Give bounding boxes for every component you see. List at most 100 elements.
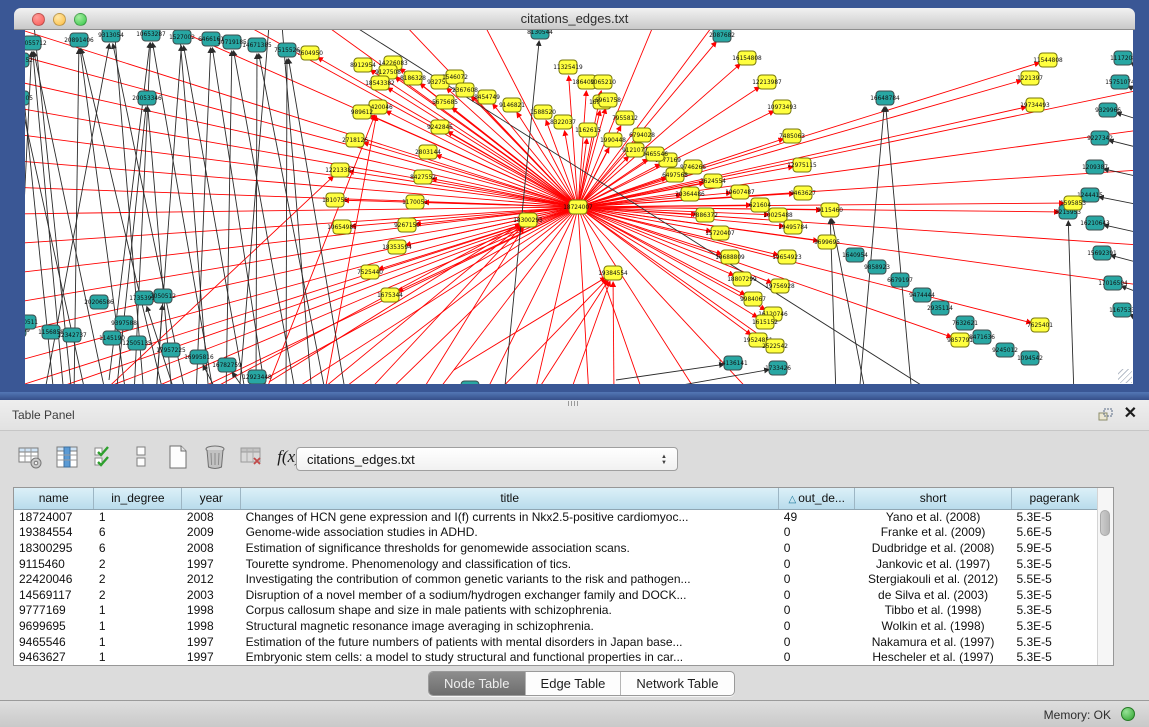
table-cell[interactable]: 1998 bbox=[182, 618, 241, 634]
graph-node[interactable]: 12505135 bbox=[122, 336, 152, 350]
graph-node[interactable]: 8130544 bbox=[527, 30, 553, 39]
table-cell[interactable]: 9465546 bbox=[14, 634, 94, 650]
graph-node[interactable]: 1675344 bbox=[377, 288, 403, 302]
network-canvas[interactable]: 1405571220891406931305410653287152700264… bbox=[25, 30, 1133, 384]
graph-node[interactable]: 9115460 bbox=[817, 203, 843, 217]
table-cell[interactable]: 5.6E-5 bbox=[1011, 525, 1097, 541]
table-cell[interactable]: 9699695 bbox=[14, 618, 94, 634]
graph-node[interactable]: 1162615 bbox=[575, 123, 601, 137]
graph-node[interactable]: 7632621 bbox=[952, 316, 978, 330]
graph-node[interactable]: 8912954 bbox=[350, 58, 376, 72]
graph-node[interactable]: 12923448 bbox=[242, 370, 272, 384]
graph-node[interactable]: 9329966 bbox=[1095, 103, 1121, 117]
graph-node[interactable]: 7485063 bbox=[779, 129, 805, 143]
graph-node[interactable]: 1094542 bbox=[1017, 351, 1043, 365]
table-cell[interactable]: 0 bbox=[779, 649, 855, 665]
graph-node[interactable]: 7955812 bbox=[612, 111, 638, 125]
graph-node[interactable]: 16995816 bbox=[184, 350, 214, 364]
table-row[interactable]: 1456911722003Disruption of a novel membe… bbox=[14, 587, 1098, 603]
table-cell[interactable]: 2003 bbox=[182, 587, 241, 603]
table-row[interactable]: 1830029562008Estimation of significance … bbox=[14, 540, 1098, 556]
graph-node[interactable]: 1167533 bbox=[1109, 303, 1133, 317]
table-header-row[interactable]: namein_degreeyeartitle△out_de...shortpag… bbox=[14, 488, 1098, 509]
graph-node[interactable]: 1588520 bbox=[530, 105, 556, 119]
graph-node[interactable]: 6794028 bbox=[629, 128, 655, 142]
graph-node[interactable]: 14055712 bbox=[25, 36, 47, 50]
graph-node[interactable]: 1615152 bbox=[752, 315, 778, 329]
table-cell[interactable]: Structural magnetic resonance image aver… bbox=[241, 618, 779, 634]
table-cell[interactable]: 5.3E-5 bbox=[1011, 587, 1097, 603]
graph-node[interactable]: 1527002 bbox=[169, 30, 195, 44]
graph-node[interactable]: 1117208 bbox=[1110, 51, 1133, 65]
graph-node[interactable]: 9121077 bbox=[622, 143, 648, 157]
table-cell[interactable]: 2008 bbox=[182, 540, 241, 556]
graph-node[interactable]: 16210643 bbox=[1080, 216, 1110, 230]
table-cell[interactable]: 0 bbox=[779, 634, 855, 650]
table-cell[interactable]: 1997 bbox=[182, 556, 241, 572]
graph-node[interactable]: 2803144 bbox=[415, 145, 441, 159]
graph-node[interactable]: 12975115 bbox=[787, 158, 817, 172]
table-cell[interactable]: Yano et al. (2008) bbox=[855, 509, 1012, 525]
tab-edge-table[interactable]: Edge Table bbox=[525, 672, 621, 695]
column-header-name[interactable]: name bbox=[14, 488, 94, 509]
attribute-table[interactable]: namein_degreeyeartitle△out_de...shortpag… bbox=[14, 488, 1098, 665]
graph-node[interactable]: 1065210 bbox=[590, 75, 616, 89]
table-cell[interactable]: 0 bbox=[779, 540, 855, 556]
graph-node[interactable]: 9397588 bbox=[111, 316, 137, 330]
table-cell[interactable]: Disruption of a novel member of a sodium… bbox=[241, 587, 779, 603]
table-cell[interactable]: Estimation of the future numbers of pati… bbox=[241, 634, 779, 650]
graph-node[interactable]: 10688809 bbox=[715, 250, 745, 264]
graph-node[interactable]: 11325419 bbox=[553, 60, 583, 74]
graph-node[interactable]: 16154808 bbox=[732, 51, 762, 65]
table-cell[interactable]: Corpus callosum shape and size in male p… bbox=[241, 603, 779, 619]
table-row[interactable]: 969969511998Structural magnetic resonanc… bbox=[14, 618, 1098, 634]
table-cell[interactable]: Hescheler et al. (1997) bbox=[855, 649, 1012, 665]
graph-node[interactable]: 1990448 bbox=[600, 133, 626, 147]
graph-node[interactable]: 1640954 bbox=[842, 248, 868, 262]
table-cell[interactable]: 5.3E-5 bbox=[1011, 634, 1097, 650]
graph-node[interactable]: 10654985 bbox=[327, 220, 357, 234]
table-cell[interactable]: 1 bbox=[94, 649, 182, 665]
table-row[interactable]: 1872400712008Changes of HCN gene express… bbox=[14, 509, 1098, 525]
table-cell[interactable]: 2009 bbox=[182, 525, 241, 541]
table-cell[interactable]: 49 bbox=[779, 509, 855, 525]
table-cell[interactable]: 0 bbox=[779, 556, 855, 572]
table-cell[interactable]: Tourette syndrome. Phenomenology and cla… bbox=[241, 556, 779, 572]
graph-node[interactable]: 14136141 bbox=[718, 356, 748, 370]
graph-node[interactable]: 7525440 bbox=[357, 265, 383, 279]
graph-node[interactable]: 20206586 bbox=[84, 295, 114, 309]
table-cell[interactable]: 9115460 bbox=[14, 556, 94, 572]
table-cell[interactable]: Stergiakouli et al. (2012) bbox=[855, 571, 1012, 587]
tab-network-table[interactable]: Network Table bbox=[620, 672, 733, 695]
graph-node[interactable]: 19654923 bbox=[772, 250, 802, 264]
table-cell[interactable]: 5.3E-5 bbox=[1011, 649, 1097, 665]
table-cell[interactable]: 22420046 bbox=[14, 571, 94, 587]
graph-node[interactable]: 18353594 bbox=[382, 240, 412, 254]
table-cell[interactable]: 2012 bbox=[182, 571, 241, 587]
window-titlebar[interactable]: citations_edges.txt bbox=[14, 8, 1135, 30]
column-header-out-de-[interactable]: △out_de... bbox=[779, 488, 855, 509]
column-header-in-degree[interactable]: in_degree bbox=[94, 488, 182, 509]
table-cell[interactable]: 9463627 bbox=[14, 649, 94, 665]
graph-node[interactable]: 6497568 bbox=[662, 168, 688, 182]
close-panel-icon[interactable]: ✕ bbox=[1124, 405, 1137, 423]
graph-node[interactable]: 9267150 bbox=[394, 218, 420, 232]
graph-node[interactable]: 2616205 bbox=[25, 91, 33, 105]
graph-node[interactable]: 9699695 bbox=[814, 235, 840, 249]
graph-node[interactable]: 1221397 bbox=[1017, 71, 1043, 85]
graph-node[interactable]: 9474444 bbox=[909, 288, 935, 302]
table-cell[interactable]: Estimation of significance thresholds fo… bbox=[241, 540, 779, 556]
graph-node[interactable]: 7604950 bbox=[297, 46, 323, 60]
table-cell[interactable]: Dudbridge et al. (2008) bbox=[855, 540, 1012, 556]
table-cell[interactable]: 0 bbox=[779, 603, 855, 619]
delete-column-icon[interactable] bbox=[238, 442, 266, 472]
graph-node[interactable]: 8427552 bbox=[410, 170, 436, 184]
graph-node[interactable]: 1535359 bbox=[457, 381, 483, 384]
unselect-rows-icon[interactable] bbox=[127, 442, 155, 472]
graph-node[interactable]: 3624554 bbox=[700, 174, 726, 188]
graph-node[interactable]: 6679197 bbox=[887, 273, 913, 287]
graph-node[interactable]: 6961758 bbox=[595, 93, 621, 107]
table-cell[interactable]: 0 bbox=[779, 618, 855, 634]
table-cell[interactable]: Wolkin et al. (1998) bbox=[855, 618, 1012, 634]
table-cell[interactable]: 2008 bbox=[182, 509, 241, 525]
